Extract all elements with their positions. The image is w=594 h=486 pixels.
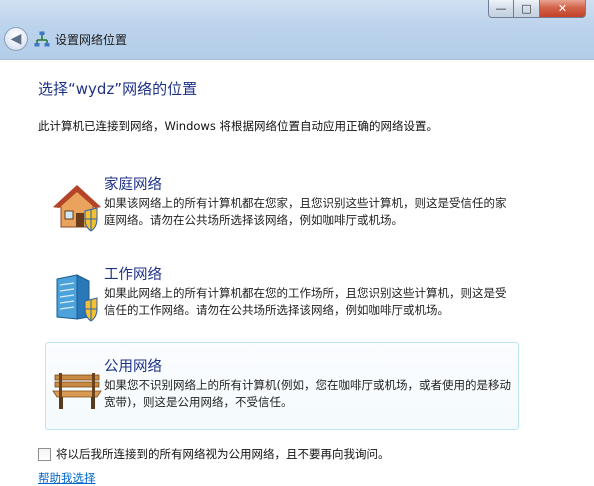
public-network-option[interactable]: 公用网络 如果您不识别网络上的所有计算机(例如，您在咖啡厅或机场，或者使用的是移… [45,342,519,430]
minimize-button[interactable]: — [488,0,514,18]
home-icon [53,185,101,232]
home-network-title: 家庭网络 [104,177,162,193]
work-network-title: 工作网络 [104,267,162,283]
treat-as-public-row[interactable]: 将以后我所连接到的所有网络视为公用网络，且不要再向我询问。 [38,446,390,462]
park-bench-icon [52,373,102,409]
title-bar: — □ ✕ ◀ 设置网络位置 [0,0,594,60]
home-network-description: 如果该网络上的所有计算机都在您家，且您识别这些计算机，则这是受信任的家庭网络。请… [104,196,507,227]
intro-text: 此计算机已连接到网络，Windows 将根据网络位置自动应用正确的网络设置。 [38,119,438,133]
home-network-option[interactable]: 家庭网络 如果该网络上的所有计算机都在您家，且您识别这些计算机，则这是受信任的家… [45,160,519,248]
back-button[interactable]: ◀ [4,27,28,51]
public-network-title: 公用网络 [104,359,162,375]
help-me-choose-link[interactable]: 帮助我选择 [38,470,96,486]
treat-as-public-label[interactable]: 将以后我所连接到的所有网络视为公用网络，且不要再向我询问。 [56,446,390,462]
work-network-option[interactable]: 工作网络 如果此网络上的所有计算机都在您的工作场所，且您识别这些计算机，则这是受… [45,250,519,338]
window-title: 设置网络位置 [55,33,128,47]
maximize-button[interactable]: □ [514,0,540,18]
back-arrow-icon: ◀ [10,31,22,47]
public-network-description: 如果您不识别网络上的所有计算机(例如，您在咖啡厅或机场，或者使用的是移动宽带)，… [104,378,511,409]
work-network-description: 如果此网络上的所有计算机都在您的工作场所，且您识别这些计算机，则这是受信任的工作… [104,286,507,317]
page-heading: 选择“wydz”网络的位置 [38,80,198,98]
close-button[interactable]: ✕ [540,0,586,18]
caption-buttons: — □ ✕ [488,0,586,20]
work-building-icon [56,274,98,322]
treat-as-public-checkbox[interactable] [38,447,51,461]
network-icon [34,31,50,47]
